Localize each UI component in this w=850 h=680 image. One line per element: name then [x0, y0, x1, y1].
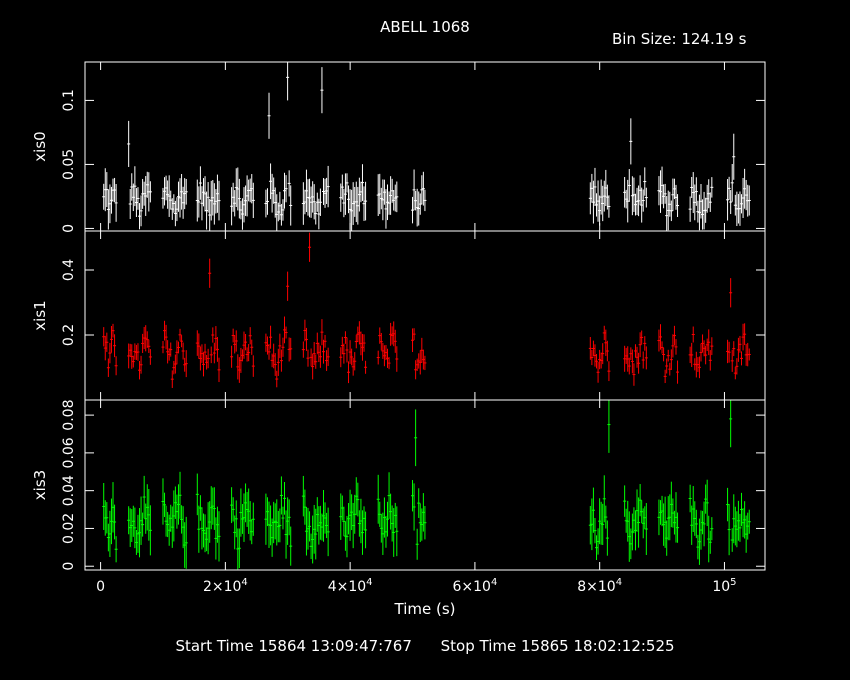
y-tick-label-xis3: 0.02 — [61, 513, 77, 544]
y-tick-label-xis3: 0.08 — [61, 400, 77, 431]
x-tick-label-exponent: 4 — [616, 577, 622, 588]
y-tick-label-xis3: 0 — [61, 562, 77, 571]
panel-frame-xis3 — [84, 399, 766, 571]
x-tick-label: 8×104 — [577, 577, 622, 595]
y-tick-label-xis0: 0 — [61, 224, 77, 233]
panel-xis1: 0.2 0.4 xis1 — [31, 230, 766, 401]
y-tick-label-xis1: 0.4 — [61, 259, 77, 281]
y-tick-label-xis3: 0.04 — [61, 475, 77, 506]
y-axis-label-xis0: xis0 — [31, 131, 49, 161]
data-series-xis3 — [102, 400, 751, 570]
panel-xis3: 0 0.02 0.04 0.06 0.08 xis3 — [31, 399, 766, 571]
y-tick-label-xis3: 0.06 — [61, 437, 77, 468]
data-series-xis0 — [102, 62, 751, 231]
y-tick-label-xis0: 0.1 — [61, 89, 77, 111]
x-tick-label: 4×104 — [328, 577, 373, 595]
data-series-xis1 — [102, 232, 751, 388]
x-tick-label-exponent: 4 — [366, 577, 372, 588]
y-axis-label-xis1: xis1 — [31, 300, 49, 330]
x-tick-label: 6×104 — [452, 577, 497, 595]
y-tick-label-xis0: 0.05 — [61, 149, 77, 180]
y-axis-label-xis3: xis3 — [31, 470, 49, 500]
x-tick-label: 2×104 — [203, 577, 248, 595]
x-tick-label-exponent: 4 — [241, 577, 247, 588]
panel-frame-xis1 — [84, 230, 766, 401]
x-tick-label: 0 — [96, 579, 105, 595]
stop-time-label: Stop Time 15865 18:02:12:525 — [440, 637, 675, 655]
panel-xis0: 0 0.05 0.1 xis0 — [31, 61, 766, 233]
x-axis-label: Time (s) — [394, 600, 456, 618]
x-tick-label-exponent: 5 — [730, 577, 736, 588]
x-tick-label: 105 — [712, 577, 736, 595]
start-time-label: Start Time 15864 13:09:47:767 — [175, 637, 412, 655]
y-tick-label-xis1: 0.2 — [61, 324, 77, 346]
time-range-footer: Start Time 15864 13:09:47:767 Stop Time … — [0, 637, 850, 655]
x-tick-label-exponent: 4 — [491, 577, 497, 588]
light-curve-plot: 0 0.05 0.1 xis0 0.2 0.4 xis1 0 0.02 0.04 0.06 0.08 x… — [31, 61, 766, 618]
